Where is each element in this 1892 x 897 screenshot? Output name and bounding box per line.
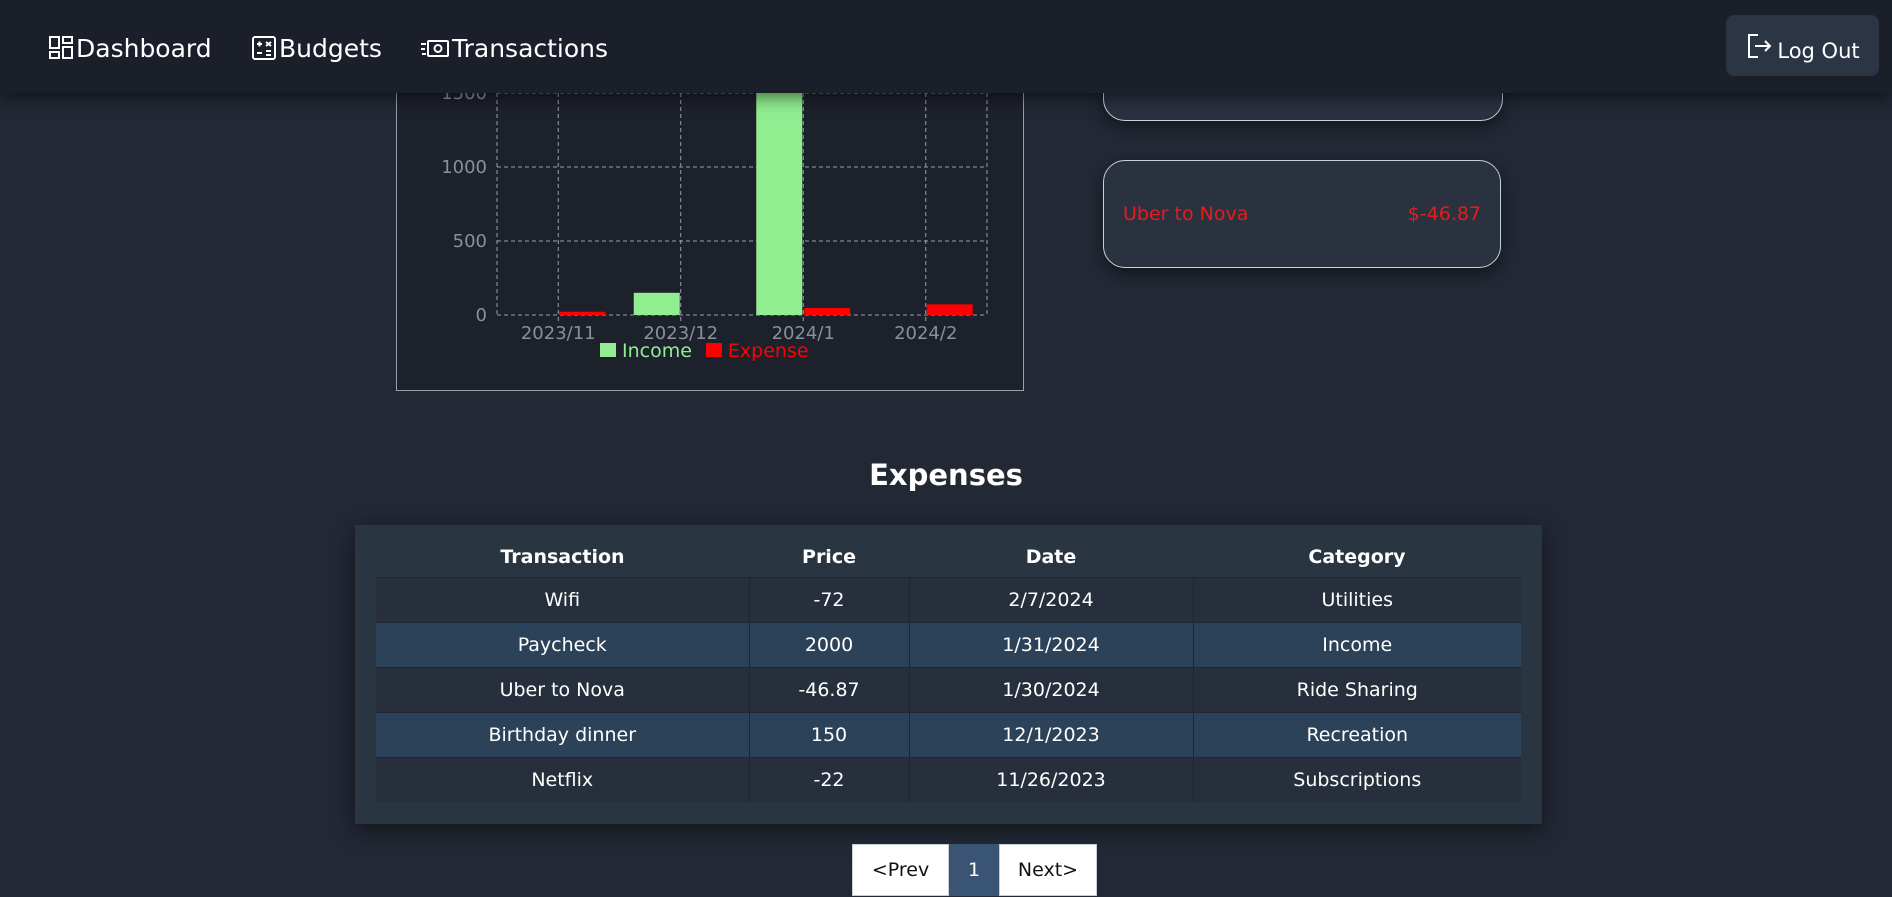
dashboard-icon — [49, 36, 73, 59]
bar-income — [756, 65, 803, 315]
cell-category: Subscriptions — [1192, 757, 1521, 802]
table-row: Birthday dinner 150 12/1/2023 Recreation — [376, 712, 1521, 758]
legend-label-income: Income — [622, 340, 692, 362]
table-row: Uber to Nova -46.87 1/30/2024 Ride Shari… — [376, 667, 1521, 713]
column-header-date: Date — [1025, 546, 1077, 568]
cell-date: 11/26/2023 — [908, 757, 1193, 802]
cell-price: 2000 — [748, 622, 909, 668]
y-tick-label: 500 — [453, 231, 487, 252]
cell-category: Recreation — [1192, 712, 1521, 758]
cell-transaction: Uber to Nova — [376, 667, 749, 713]
cell-price: -72 — [748, 577, 909, 623]
x-tick-label: 2024/2 — [894, 323, 957, 344]
nav-budgets-label: Budgets — [279, 33, 382, 63]
cell-category: Income — [1192, 622, 1521, 668]
logout-icon — [1748, 33, 1772, 58]
expenses-title: Expenses — [869, 458, 1023, 492]
cell-date: 12/1/2023 — [908, 712, 1193, 758]
cell-transaction: Birthday dinner — [376, 712, 749, 758]
transaction-card-amount: $-46.87 — [1407, 203, 1481, 225]
logout-label: Log Out — [1777, 38, 1860, 63]
expenses-table: Transaction Price Date Category Wifi -72… — [376, 537, 1521, 802]
column-header-transaction: Transaction — [500, 546, 625, 568]
page-1-button[interactable]: 1 — [949, 844, 999, 896]
bar-expense — [559, 311, 606, 315]
prev-page-button[interactable]: <Prev — [852, 844, 949, 896]
transaction-card-name: Uber to Nova — [1123, 203, 1249, 225]
legend-swatch-expense — [705, 343, 722, 357]
income-expense-chart: 0 500 1000 1500 2023/11 2023/12 2024/1 2024/2 In… — [396, 60, 1024, 391]
money-icon — [421, 40, 449, 57]
next-page-button[interactable]: Next> — [999, 844, 1097, 896]
calculator-icon — [252, 36, 276, 60]
y-tick-label: 0 — [476, 305, 487, 326]
nav-transactions[interactable]: Transactions — [420, 28, 608, 68]
logout-button[interactable]: Log Out — [1726, 15, 1879, 76]
column-header-category: Category — [1308, 546, 1406, 568]
pagination: <Prev 1 Next> — [852, 844, 1097, 896]
cell-price: -22 — [748, 757, 909, 802]
legend-label-expense: Expense — [728, 340, 809, 362]
bar-income — [633, 292, 680, 315]
top-nav: Dashboard Budgets Transactions Log Out — [0, 0, 1892, 93]
table-row: Paycheck 2000 1/31/2024 Income — [376, 622, 1521, 668]
cell-date: 2/7/2024 — [908, 577, 1193, 623]
chart-svg: 0500100015002023/11 2023/12 2024/1 2024/2In… — [441, 65, 988, 362]
cell-category: Utilities — [1192, 577, 1521, 623]
column-header-price: Price — [802, 546, 856, 568]
cell-transaction: Netflix — [376, 757, 749, 802]
cell-price: -46.87 — [748, 667, 909, 713]
bar-expense — [804, 308, 851, 315]
nav-budgets[interactable]: Budgets — [251, 28, 382, 68]
nav-dashboard[interactable]: Dashboard — [48, 28, 212, 68]
y-tick-label: 1000 — [441, 157, 487, 178]
nav-dashboard-label: Dashboard — [76, 33, 212, 63]
bar-expense — [926, 304, 973, 315]
table-row: Netflix -22 11/26/2023 Subscriptions — [376, 757, 1521, 802]
cell-transaction: Paycheck — [376, 622, 749, 668]
cell-category: Ride Sharing — [1192, 667, 1521, 713]
x-tick-label: 2023/11 — [521, 323, 596, 344]
legend-swatch-income — [600, 343, 616, 357]
cell-date: 1/31/2024 — [908, 622, 1193, 668]
expenses-table-card: Transaction Price Date Category Wifi -72… — [355, 525, 1542, 824]
nav-transactions-label: Transactions — [452, 33, 609, 63]
table-row: Wifi -72 2/7/2024 Utilities — [376, 577, 1521, 623]
cell-date: 1/30/2024 — [908, 667, 1193, 713]
cell-transaction: Wifi — [376, 577, 749, 623]
transaction-card: Uber to Nova $-46.87 — [1103, 160, 1501, 268]
cell-price: 150 — [748, 712, 909, 758]
